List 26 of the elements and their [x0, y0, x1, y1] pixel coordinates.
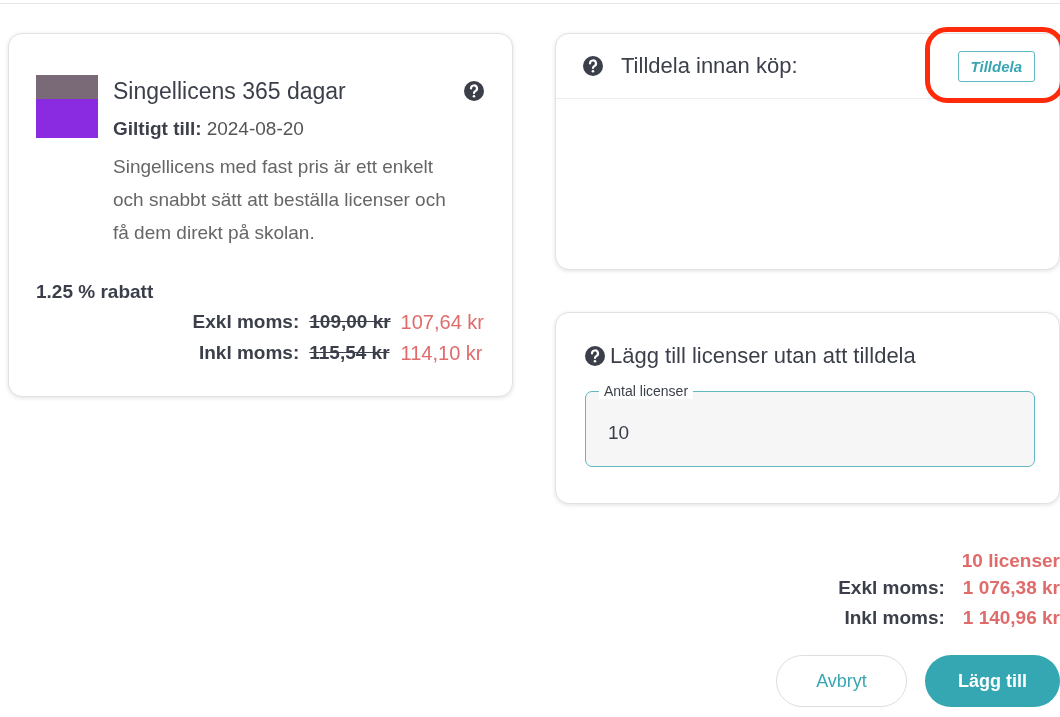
- discount-label: 1.25 % rabatt: [36, 281, 155, 303]
- product-title: Singellicens 365 dagar: [113, 77, 346, 105]
- price-label: Inkl moms:: [197, 342, 300, 365]
- panel-title: Tilldela innan köp:: [621, 53, 799, 79]
- new-price: 107,64 kr: [400, 311, 484, 334]
- total-value: 1 076,38 kr: [962, 577, 1060, 599]
- total-label: Exkl moms:: [838, 577, 945, 599]
- field-label: Antal licenser: [599, 383, 694, 399]
- help-icon[interactable]: [583, 56, 603, 76]
- price-label: Exkl moms:: [192, 311, 300, 334]
- help-icon[interactable]: [585, 346, 605, 366]
- add-button[interactable]: Lägg till: [925, 655, 1060, 707]
- old-price: 115,54 kr: [309, 342, 391, 365]
- panel-title: Lägg till licenser utan att tilldela: [610, 343, 916, 369]
- old-price: 109,00 kr: [309, 311, 391, 334]
- valid-date: 2024-08-20: [206, 118, 304, 139]
- assign-button[interactable]: Tilldela: [957, 50, 1035, 82]
- help-icon[interactable]: [464, 81, 484, 101]
- cancel-button[interactable]: Avbryt: [776, 655, 907, 707]
- new-price: 114,10 kr: [400, 342, 484, 365]
- total-label: Inkl moms:: [843, 607, 945, 629]
- product-description: Singellicens med fast pris är ett enkelt och snabbt sätt att beställa licenser och få dem direkt på skolan.: [113, 155, 447, 245]
- license-count: 10 licenser: [961, 550, 1060, 572]
- valid-label: Giltigt till:: [113, 118, 202, 139]
- product-thumbnail: [36, 75, 98, 138]
- total-value: 1 140,96 kr: [962, 607, 1060, 629]
